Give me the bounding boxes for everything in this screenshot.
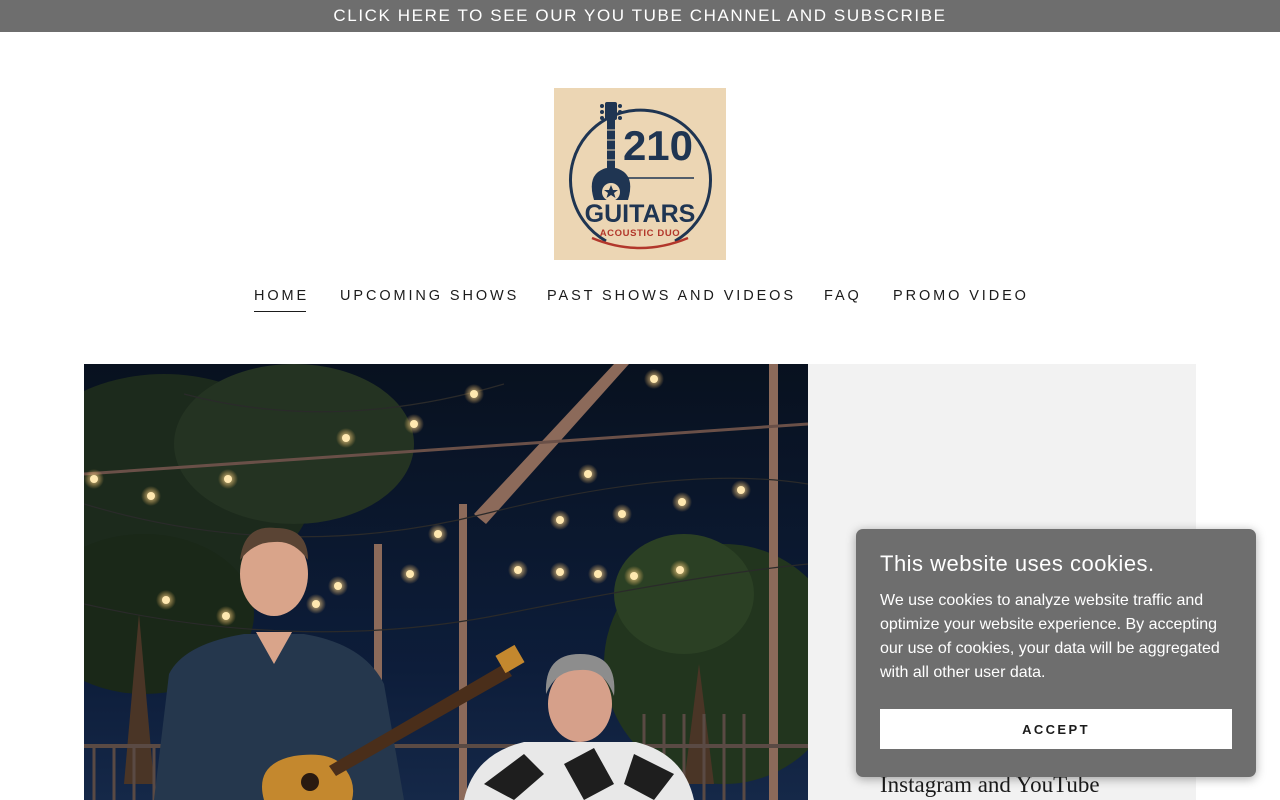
youtube-banner[interactable]: CLICK HERE TO SEE OUR YOU TUBE CHANNEL A… [0,0,1280,32]
logo-name: GUITARS [585,200,696,228]
nav-item-past-shows-and-videos[interactable]: PAST SHOWS AND VIDEOS [547,286,796,306]
youtube-banner-text: CLICK HERE TO SEE OUR YOU TUBE CHANNEL A… [333,6,947,25]
band-photo-illustration [84,364,808,800]
logo-number: 210 [623,122,693,169]
site-logo[interactable]: 210 GUITARS ACOUSTIC DUO [554,88,726,260]
nav-item-promo-video[interactable]: PROMO VIDEO [893,286,1029,306]
nav-item-home[interactable]: HOME [254,286,309,312]
main-nav: HOME UPCOMING SHOWS PAST SHOWS AND VIDEO… [0,286,1280,316]
cookie-banner: This website uses cookies. We use cookie… [856,529,1256,777]
accept-cookies-button[interactable]: ACCEPT [880,709,1232,749]
cookie-message: We use cookies to analyze website traffi… [880,592,1220,681]
logo-tagline: ACOUSTIC DUO [600,228,681,239]
hero-photo [84,364,808,800]
nav-item-upcoming-shows[interactable]: UPCOMING SHOWS [340,286,519,306]
guitar-logo-icon: 210 GUITARS ACOUSTIC DUO [569,102,712,250]
nav-item-faq[interactable]: FAQ [824,286,862,306]
cookie-title: This website uses cookies. [880,551,1155,576]
